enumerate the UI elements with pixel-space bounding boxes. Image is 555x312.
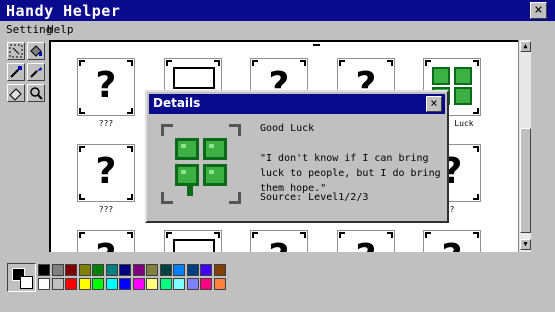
palette-swatch[interactable]: [92, 264, 104, 276]
eraser-tool-button[interactable]: [7, 84, 25, 102]
dialog-title: Details: [153, 96, 201, 110]
eyedropper-icon: [10, 66, 22, 78]
zoom-tool-button[interactable]: [27, 84, 45, 102]
question-mark-icon: ?: [78, 237, 134, 252]
menu-help[interactable]: Help: [47, 23, 74, 36]
scroll-down-button[interactable]: ▼: [520, 239, 531, 250]
palette-swatch[interactable]: [213, 264, 226, 276]
brush-tool-button[interactable]: [27, 63, 45, 81]
dialog-title-bar: Details ×: [149, 94, 445, 114]
palette-swatch[interactable]: [159, 278, 172, 290]
palette-swatch[interactable]: [51, 278, 64, 290]
palette-swatch[interactable]: [173, 278, 185, 290]
palette-swatch[interactable]: [65, 278, 77, 290]
palette-swatch[interactable]: [146, 264, 158, 276]
palette-swatch[interactable]: [213, 278, 226, 290]
palette-swatch[interactable]: [132, 264, 145, 276]
clover-icon: [161, 124, 241, 204]
canvas-marker: [313, 44, 320, 46]
question-mark-icon: ?: [338, 237, 394, 252]
item-cell-unknown[interactable]: ?: [77, 58, 135, 116]
palette-swatch[interactable]: [186, 278, 199, 290]
item-label: ???: [98, 205, 114, 214]
item-cell-unknown[interactable]: ?: [250, 230, 308, 252]
eyedropper-tool-button[interactable]: [7, 63, 25, 81]
selection-icon: [9, 44, 23, 58]
palette-swatch[interactable]: [105, 264, 118, 276]
palette-swatch[interactable]: [173, 264, 185, 276]
palette-swatch[interactable]: [132, 278, 145, 290]
menu-bar: Setting Help: [0, 22, 555, 38]
scribble-icon: [173, 239, 215, 252]
item-quote: "I don't know if I can bring luck to peo…: [260, 153, 441, 194]
palette-swatch[interactable]: [78, 264, 91, 276]
window-close-button[interactable]: ×: [530, 2, 547, 19]
question-mark-icon: ?: [95, 65, 117, 106]
item-cell-unknown[interactable]: ?: [337, 230, 395, 252]
selection-tool-button[interactable]: [7, 42, 25, 60]
question-mark-icon: ?: [424, 237, 480, 252]
item-name: Good Luck: [260, 123, 315, 134]
scroll-up-button[interactable]: ▲: [520, 41, 531, 52]
details-dialog: Details × Good Luck "I don't know if I c…: [145, 90, 449, 223]
vertical-scrollbar[interactable]: ▲ ▼: [518, 40, 531, 252]
title-bar: Handy Helper ×: [0, 0, 555, 21]
palette-swatch[interactable]: [200, 264, 212, 276]
palette-swatch[interactable]: [38, 264, 50, 276]
bucket-icon: [30, 45, 42, 57]
palette-swatch[interactable]: [119, 278, 131, 290]
palette-swatch[interactable]: [200, 278, 212, 290]
item-cell-scribble[interactable]: [164, 230, 222, 252]
question-mark-icon: ?: [95, 151, 117, 192]
dialog-close-button[interactable]: ×: [426, 96, 442, 112]
item-label: ???: [98, 119, 114, 128]
magnifier-icon: [30, 87, 43, 100]
palette-swatch[interactable]: [65, 264, 77, 276]
palette-swatch[interactable]: [159, 264, 172, 276]
item-source: Source: Level1/2/3: [260, 192, 369, 203]
scroll-thumb[interactable]: [520, 128, 531, 233]
question-mark-icon: ?: [251, 237, 307, 252]
palette-swatch[interactable]: [146, 278, 158, 290]
color-selector[interactable]: [7, 263, 36, 292]
menu-setting[interactable]: Setting: [6, 23, 52, 36]
item-cell-unknown[interactable]: ?: [423, 230, 481, 252]
scribble-icon: [173, 67, 215, 89]
palette-swatch[interactable]: [78, 278, 91, 290]
palette-swatch[interactable]: [105, 278, 118, 290]
bucket-tool-button[interactable]: [27, 42, 45, 60]
palette-swatch[interactable]: [92, 278, 104, 290]
brush-icon: [30, 67, 42, 78]
palette-swatch[interactable]: [186, 264, 199, 276]
palette-swatch[interactable]: [38, 278, 50, 290]
item-cell-unknown[interactable]: ?: [77, 144, 135, 202]
window-title: Handy Helper: [6, 2, 121, 20]
background-color[interactable]: [20, 276, 33, 289]
palette-swatch[interactable]: [119, 264, 131, 276]
palette-swatch[interactable]: [51, 264, 64, 276]
item-cell-unknown[interactable]: ?: [77, 230, 135, 252]
eraser-icon: [9, 88, 22, 101]
